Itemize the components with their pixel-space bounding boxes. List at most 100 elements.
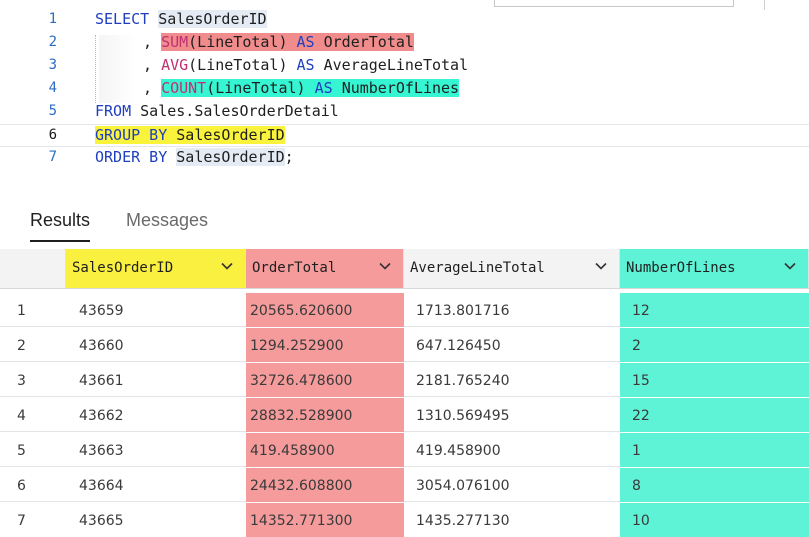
numberoflines-cell[interactable]: 12 <box>620 293 809 327</box>
ordertotal-cell[interactable]: 20565.620600 <box>246 293 404 327</box>
table-row[interactable]: 4 43662 28832.528900 1310.569495 22 <box>0 398 809 432</box>
cell-text: 2 <box>17 338 26 354</box>
tab-results[interactable]: Results <box>30 210 91 242</box>
results-tab-bar: Results Messages <box>0 196 809 248</box>
keyword-from: FROM <box>95 102 132 120</box>
cell-text: 1435.277130 <box>416 513 510 529</box>
cell-text: 20565.620600 <box>250 303 353 319</box>
find-widget-edge <box>494 0 734 7</box>
averagelinetotal-cell[interactable]: 1310.569495 <box>404 398 620 432</box>
code-line-5[interactable]: 5 FROM Sales.SalesOrderDetail <box>0 101 809 124</box>
semicolon: ; <box>284 148 294 166</box>
averagelinetotal-cell[interactable]: 419.458900 <box>404 433 620 467</box>
keyword-as: AS <box>314 79 333 97</box>
salesorderid-cell[interactable]: 43660 <box>66 328 246 362</box>
table-row[interactable]: 5 43663 419.458900 419.458900 1 <box>0 433 809 467</box>
highlight-numberoflines-expr: COUNT(LineTotal) AS NumberOfLines <box>161 79 460 97</box>
cell-text: 419.458900 <box>250 443 335 459</box>
keyword-as: AS <box>296 56 315 74</box>
table-name: Sales.SalesOrderDetail <box>140 102 339 120</box>
code-line-4[interactable]: 4 , COUNT(LineTotal) AS NumberOfLines <box>0 78 809 101</box>
salesorderid-cell[interactable]: 43662 <box>66 398 246 432</box>
row-number-cell: 3 <box>0 363 66 397</box>
tab-messages[interactable]: Messages <box>126 210 208 240</box>
chevron-down-icon[interactable] <box>219 258 235 274</box>
cell-text: 1713.801716 <box>416 303 510 319</box>
cell-text: 28832.528900 <box>250 408 353 424</box>
numberoflines-cell[interactable]: 2 <box>620 328 809 362</box>
column-header-salesorderid[interactable]: SalesOrderID <box>66 249 246 288</box>
numberoflines-cell[interactable]: 8 <box>620 468 809 502</box>
ordertotal-cell[interactable]: 32726.478600 <box>246 363 404 397</box>
chevron-down-icon[interactable] <box>593 258 609 274</box>
salesorderid-cell[interactable]: 43659 <box>66 293 246 327</box>
results-grid[interactable]: SalesOrderID OrderTotal AverageLineTotal… <box>0 249 809 537</box>
code-line-7[interactable]: 7 ORDER BY SalesOrderID; <box>0 147 809 170</box>
cell-text: 419.458900 <box>416 443 501 459</box>
ordertotal-cell[interactable]: 1294.252900 <box>246 328 404 362</box>
keyword-order-by: ORDER BY <box>95 148 168 166</box>
salesorderid-cell[interactable]: 43663 <box>66 433 246 467</box>
row-number-header <box>0 249 66 288</box>
salesorderid-cell[interactable]: 43664 <box>66 468 246 502</box>
line-number: 1 <box>48 11 57 27</box>
identifier-salesorderid: SalesOrderID <box>176 126 285 144</box>
keyword-select: SELECT <box>95 10 150 28</box>
ordertotal-cell[interactable]: 419.458900 <box>246 433 404 467</box>
chevron-down-icon[interactable] <box>377 258 393 274</box>
code-line-1[interactable]: 1 SELECT SalesOrderID <box>0 9 809 32</box>
table-row[interactable]: 6 43664 24432.608800 3054.076100 8 <box>0 468 809 502</box>
table-row[interactable]: 1 43659 20565.620600 1713.801716 12 <box>0 293 809 327</box>
table-row[interactable]: 3 43661 32726.478600 2181.765240 15 <box>0 363 809 397</box>
arg-linetotal: (LineTotal) <box>188 33 288 51</box>
ordertotal-cell[interactable]: 24432.608800 <box>246 468 404 502</box>
column-header-ordertotal[interactable]: OrderTotal <box>246 249 404 288</box>
column-header-numberoflines[interactable]: NumberOfLines <box>620 249 809 288</box>
salesorderid-cell[interactable]: 43661 <box>66 363 246 397</box>
cell-text: 43660 <box>79 338 124 354</box>
cell-text: 32726.478600 <box>250 373 353 389</box>
numberoflines-cell[interactable]: 22 <box>620 398 809 432</box>
keyword-group-by: GROUP BY <box>95 126 168 144</box>
table-row[interactable]: 2 43660 1294.252900 647.126450 2 <box>0 328 809 362</box>
column-header-label: SalesOrderID <box>72 260 174 276</box>
cell-text: 3 <box>17 373 26 389</box>
code-text: , SUM(LineTotal) AS OrderTotal <box>143 33 414 51</box>
cell-text: 22 <box>632 408 650 424</box>
alias-ordertotal: OrderTotal <box>323 33 414 51</box>
averagelinetotal-cell[interactable]: 1713.801716 <box>404 293 620 327</box>
comma: , <box>143 79 153 97</box>
code-line-3[interactable]: 3 , AVG(LineTotal) AS AverageLineTotal <box>0 55 809 78</box>
alias-numberoflines: NumberOfLines <box>341 79 460 97</box>
column-header-averagelinetotal[interactable]: AverageLineTotal <box>404 249 620 288</box>
cell-text: 2181.765240 <box>416 373 510 389</box>
line-number: 6 <box>48 127 57 143</box>
code-text: ORDER BY SalesOrderID; <box>95 148 294 166</box>
row-number-cell: 1 <box>0 293 66 327</box>
arg-linetotal: (LineTotal) <box>188 56 288 74</box>
function-sum: SUM <box>161 33 189 51</box>
cell-text: 43664 <box>79 478 124 494</box>
cell-text: 14352.771300 <box>250 513 353 529</box>
cell-text: 1310.569495 <box>416 408 510 424</box>
cell-text: 24432.608800 <box>250 478 353 494</box>
cell-text: 2 <box>632 338 641 354</box>
comma: , <box>143 56 153 74</box>
numberoflines-cell[interactable]: 1 <box>620 433 809 467</box>
code-text: SELECT SalesOrderID <box>95 10 267 28</box>
chevron-down-icon[interactable] <box>782 258 798 274</box>
sql-editor[interactable]: 1 SELECT SalesOrderID 2 , SUM(LineTotal)… <box>0 0 809 195</box>
keyword-as: AS <box>296 33 315 51</box>
column-header-label: AverageLineTotal <box>410 260 545 276</box>
averagelinetotal-cell[interactable]: 2181.765240 <box>404 363 620 397</box>
code-text: FROM Sales.SalesOrderDetail <box>95 102 339 120</box>
averagelinetotal-cell[interactable]: 647.126450 <box>404 328 620 362</box>
cell-text: 7 <box>17 513 26 529</box>
averagelinetotal-cell[interactable]: 3054.076100 <box>404 468 620 502</box>
ordertotal-cell[interactable]: 28832.528900 <box>246 398 404 432</box>
line-number: 5 <box>48 103 57 119</box>
code-line-2[interactable]: 2 , SUM(LineTotal) AS OrderTotal <box>0 32 809 55</box>
cell-text: 15 <box>632 373 650 389</box>
numberoflines-cell[interactable]: 15 <box>620 363 809 397</box>
code-line-6[interactable]: 6 GROUP BY SalesOrderID <box>0 124 809 147</box>
